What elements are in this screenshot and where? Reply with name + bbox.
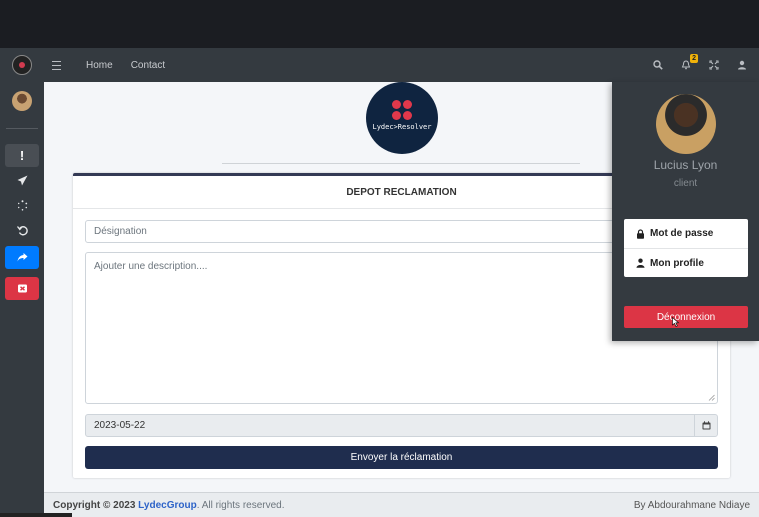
nav-link-contact[interactable]: Contact [131,60,165,71]
user-icon[interactable] [736,59,748,71]
menu-item-profile[interactable]: Mon profile [624,248,748,277]
user-name: Lucius Lyon [653,158,718,172]
designation-placeholder: Désignation [94,226,147,237]
footer-rights: . All rights reserved. [196,499,285,511]
logo-divider [222,163,580,164]
user-avatar [656,94,716,154]
menu-item-password-label: Mot de passe [650,228,714,239]
exclamation-icon: ! [19,148,25,163]
user-dropdown-menu: Lucius Lyon client Mot de passe Mon prof… [612,82,759,341]
footer: Copyright © 2023 LydecGroup. All rights … [44,492,759,517]
sidebar: ! [0,82,44,517]
logo-text: Lydec>Resolver [372,122,432,131]
calendar-icon [702,421,710,430]
sidebar-item-forward[interactable] [5,246,39,269]
fullscreen-icon[interactable] [708,59,720,71]
browser-top-bar [0,0,759,48]
sidebar-avatar[interactable] [12,91,32,111]
brand-logo-icon [12,55,32,75]
close-box-icon [17,284,27,293]
menu-item-profile-label: Mon profile [650,257,704,269]
spinner-icon [17,200,27,211]
search-icon[interactable] [652,59,664,71]
lock-icon [637,228,644,239]
sidebar-divider [6,128,38,129]
user-menu-list: Mot de passe Mon profile [624,219,748,277]
menu-item-password[interactable]: Mot de passe [624,219,748,248]
sidebar-item-rejected[interactable] [5,277,39,300]
footer-copyright: Copyright © 2023 [53,499,136,511]
app-logo: Lydec>Resolver ​ [366,82,438,154]
menu-toggle-icon[interactable] [52,48,66,82]
bell-icon[interactable]: 2 [680,54,698,71]
footer-company-link[interactable]: LydecGroup [138,500,197,511]
nav-link-home[interactable]: Home [86,60,113,71]
calendar-button[interactable] [694,415,717,436]
brand-logo[interactable] [0,48,44,82]
user-icon [636,258,645,268]
date-field[interactable]: 2023-05-22 [85,414,718,437]
notification-badge: 2 [690,54,698,63]
footer-author: By Abdourahmane Ndiaye [633,499,750,511]
logout-button[interactable]: Déconnexion [624,306,748,328]
sidebar-item-reclamation[interactable]: ! [5,144,39,167]
submit-reclamation-button[interactable]: Envoyer la réclamation [85,446,718,469]
resize-handle-icon[interactable] [708,394,715,401]
undo-icon [16,226,28,236]
top-navbar: Home Contact 2 [0,48,759,82]
mouse-cursor-icon [672,317,680,327]
logo-symbol-icon [392,99,412,120]
sidebar-item-sent[interactable] [5,169,39,192]
sidebar-item-pending[interactable] [5,194,39,217]
user-role: client [673,178,698,189]
send-icon [17,175,27,186]
browser-status-url [0,513,72,517]
share-icon [17,253,27,262]
date-value: 2023-05-22 [94,420,146,431]
description-placeholder: Ajouter une description.... [94,261,208,272]
sidebar-item-history[interactable] [5,219,39,242]
